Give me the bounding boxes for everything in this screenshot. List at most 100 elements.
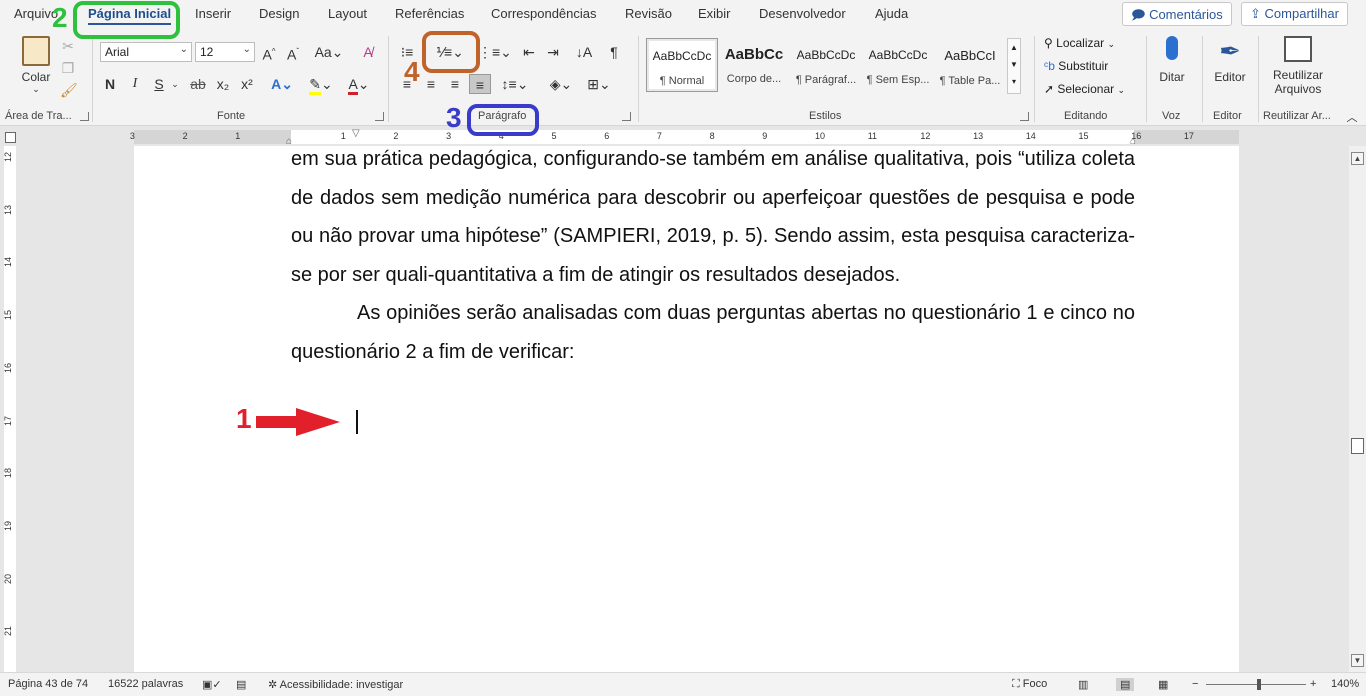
read-mode-icon[interactable]: ▥	[1078, 678, 1088, 691]
underline-button[interactable]: S	[152, 74, 166, 94]
borders-icon[interactable]: ⊞⌄	[584, 74, 614, 94]
tab-revisao[interactable]: Revisão	[625, 6, 672, 21]
font-launcher[interactable]	[375, 112, 384, 121]
multilevel-list-icon[interactable]: ⋮≡⌄	[478, 42, 512, 62]
tab-selector-icon[interactable]	[5, 132, 16, 143]
style-corpo[interactable]: AaBbCc Corpo de...	[718, 38, 790, 92]
font-name-value: Arial	[105, 45, 130, 59]
copy-icon[interactable]: ❐	[60, 58, 76, 78]
format-painter-icon[interactable]: 🖌	[60, 80, 78, 100]
tab-design[interactable]: Design	[259, 6, 299, 21]
paragraph-1[interactable]: em sua prática pedagógica, configurando-…	[291, 146, 1135, 294]
vertical-scrollbar[interactable]: ▲ ▼	[1349, 146, 1366, 672]
chevron-down-icon[interactable]: ⌄	[170, 74, 180, 94]
zoom-slider-thumb[interactable]	[1257, 679, 1261, 690]
page-count[interactable]: Página 43 de 74	[8, 678, 88, 690]
font-group-label: Fonte	[217, 110, 246, 122]
style-name: ¶ Sem Esp...	[866, 74, 930, 86]
paste-button[interactable]: Colar ⌄	[18, 36, 54, 98]
zoom-out-icon[interactable]: −	[1192, 678, 1198, 690]
zoom-level[interactable]: 140%	[1331, 678, 1359, 690]
styles-launcher[interactable]	[1020, 112, 1029, 121]
collapse-ribbon-icon[interactable]: ︿	[1344, 108, 1360, 128]
dictate-button[interactable]: Ditar	[1152, 36, 1192, 84]
highlight-icon[interactable]: ✎⌄	[306, 74, 336, 95]
style-sem-espacamento[interactable]: AaBbCcDc ¶ Sem Esp...	[862, 38, 934, 92]
shading-icon[interactable]: ◈⌄	[546, 74, 576, 94]
ruler-number: 10	[815, 131, 826, 141]
comment-icon: 🗩	[1131, 7, 1146, 22]
font-name-combo[interactable]: Arial ⌄	[100, 42, 192, 62]
scroll-thumb[interactable]	[1351, 438, 1364, 454]
share-icon: ⇪	[1250, 6, 1261, 21]
tab-layout[interactable]: Layout	[328, 6, 367, 21]
editor-pen-icon: ✒	[1219, 36, 1241, 66]
tab-desenvolvedor[interactable]: Desenvolvedor	[759, 6, 846, 21]
text-effects-icon[interactable]: A⌄	[268, 74, 296, 94]
ruler-number: 8	[709, 131, 715, 141]
paragraph-2[interactable]: As opiniões serão analisadas com duas pe…	[291, 294, 1135, 371]
bold-button[interactable]: N	[102, 74, 118, 94]
shrink-font-button[interactable]: Aˇ	[284, 42, 302, 63]
cut-icon[interactable]: ✂	[60, 36, 76, 56]
zoom-in-icon[interactable]: +	[1310, 678, 1316, 690]
style-paragrafo[interactable]: AaBbCcDc ¶ Parágraf...	[790, 38, 862, 92]
align-right-icon[interactable]: ≡	[446, 74, 464, 94]
reuse-files-button[interactable]: Reutilizar Arquivos	[1266, 36, 1330, 96]
clear-format-icon[interactable]: A̸	[358, 42, 378, 62]
comments-button[interactable]: 🗩 Comentários	[1122, 2, 1232, 26]
vertical-ruler[interactable]: 12 13 14 15 16 17 18 19 20 21	[0, 146, 18, 672]
editor-button[interactable]: ✒ Editor	[1208, 36, 1252, 84]
superscript-button[interactable]: x²	[238, 74, 256, 94]
first-line-indent-marker[interactable]: ▽	[352, 128, 360, 139]
justify-icon[interactable]: ≡	[469, 74, 491, 94]
font-size-combo[interactable]: 12 ⌄	[195, 42, 255, 62]
strikethrough-button[interactable]: ab	[188, 74, 208, 94]
tab-exibir[interactable]: Exibir	[698, 6, 731, 21]
style-preview: AaBbCc	[724, 46, 784, 63]
scroll-down-icon[interactable]: ▼	[1351, 654, 1364, 667]
grow-font-button[interactable]: A^	[260, 42, 278, 63]
tab-correspondencias[interactable]: Correspondências	[491, 6, 597, 21]
proofing-icon[interactable]: ▣✓	[202, 678, 222, 691]
print-layout-icon[interactable]: ▤	[1116, 678, 1135, 691]
tab-ajuda[interactable]: Ajuda	[875, 6, 908, 21]
vruler-number: 20	[3, 573, 14, 584]
style-normal[interactable]: AaBbCcDc ¶ Normal	[646, 38, 718, 92]
scroll-up-icon[interactable]: ▲	[1351, 152, 1364, 165]
track-changes-icon[interactable]: ▤	[236, 678, 246, 691]
decrease-indent-icon[interactable]: ⇤	[520, 42, 538, 62]
web-layout-icon[interactable]: ▦	[1158, 678, 1168, 691]
ruler-number: 2	[393, 131, 399, 141]
tab-inserir[interactable]: Inserir	[195, 6, 231, 21]
chevron-down-icon: ⌄	[1107, 39, 1116, 49]
replace-icon: ᶜb	[1044, 59, 1055, 73]
zoom-slider[interactable]	[1206, 684, 1306, 685]
clipboard-launcher[interactable]	[80, 112, 89, 121]
share-button[interactable]: ⇪ Compartilhar	[1241, 2, 1348, 26]
italic-button[interactable]: I	[128, 74, 142, 94]
focus-button[interactable]: ⛶ Foco	[1012, 678, 1047, 691]
align-center-icon[interactable]: ≡	[422, 74, 440, 94]
word-count[interactable]: 16522 palavras	[108, 678, 183, 690]
pilcrow-icon[interactable]: ¶	[606, 42, 622, 62]
horizontal-ruler[interactable]: 3 2 1 1 2 3 4 5 6 7 8 9 10 11 12 13 14 15 16 17 ⌂ ▽ ⌂	[0, 128, 1366, 147]
style-table-paragraph[interactable]: AaBbCcI ¶ Table Pa...	[934, 38, 1006, 92]
vruler-number: 15	[3, 310, 14, 321]
paragraph-launcher[interactable]	[622, 112, 631, 121]
chevron-down-icon: ⌄	[32, 84, 40, 94]
accessibility-status[interactable]: ✲ Acessibilidade: investigar	[268, 678, 403, 691]
subscript-button[interactable]: x₂	[214, 74, 232, 94]
select-button[interactable]: ➚ Selecionar ⌄	[1044, 82, 1125, 96]
styles-gallery-scroll[interactable]: ▲ ▼ ▾	[1007, 38, 1021, 94]
font-color-icon[interactable]: A⌄	[344, 74, 374, 95]
line-spacing-icon[interactable]: ↕≡⌄	[500, 74, 530, 94]
ruler-number: 14	[1025, 131, 1036, 141]
increase-indent-icon[interactable]: ⇥	[544, 42, 562, 62]
replace-button[interactable]: ᶜb Substituir	[1044, 59, 1108, 73]
sort-icon[interactable]: ↓A	[574, 42, 594, 62]
tab-referencias[interactable]: Referências	[395, 6, 464, 21]
find-button[interactable]: ⚲ Localizar ⌄	[1044, 36, 1115, 50]
document-body[interactable]: em sua prática pedagógica, configurando-…	[291, 146, 1135, 371]
change-case-button[interactable]: Aa⌄	[314, 42, 344, 62]
